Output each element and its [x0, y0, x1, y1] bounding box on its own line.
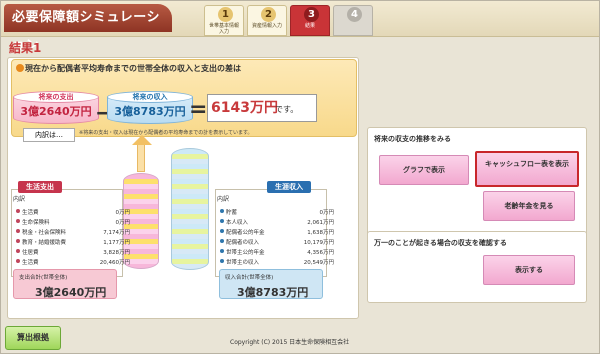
step-number: 2	[261, 7, 276, 22]
step-number: 1	[218, 7, 233, 22]
row-value: 20,549万円	[303, 260, 334, 266]
step-number: 3	[304, 7, 319, 22]
row-value: 1,638万円	[307, 230, 334, 236]
row-marker-icon	[16, 229, 20, 233]
income-heading: 生涯収入	[267, 181, 311, 193]
row-name: 教育・結婚援助費	[22, 240, 67, 246]
row-name: 生命保険料	[22, 220, 50, 226]
risk-panel-heading: 万一のことが起きる場合の収支を確認する	[374, 239, 507, 247]
row-value: 0万円	[115, 210, 131, 216]
step-label: 資産情報入力	[251, 23, 282, 29]
step-2[interactable]: 2 資産情報入力	[247, 5, 287, 36]
row-value: 7,174万円	[103, 230, 130, 236]
row-marker-icon	[220, 229, 224, 233]
step-number: 4	[347, 7, 362, 22]
income-coin-stack	[171, 148, 209, 270]
table-row: 世帯主の収入 20,549万円	[220, 258, 334, 266]
table-row: 世帯主公的年金 4,356万円	[220, 248, 334, 256]
table-row: 生活費 0万円	[16, 208, 131, 216]
row-name: 生活費	[22, 260, 39, 266]
income-table: 貯蓄 0万円 本人収入 2,061万円 配偶者公的年金 1,638万円 配偶者の収入 1…	[215, 189, 334, 277]
row-marker-icon	[16, 209, 20, 213]
difference-value: 6143万円	[211, 100, 278, 116]
show-button[interactable]: 表示する	[483, 255, 575, 285]
row-name: 配偶者の収入	[226, 240, 260, 246]
calculation-basis-button[interactable]: 算出根拠	[5, 326, 61, 350]
expense-total-label: 支出合計(世帯全体)	[19, 275, 68, 281]
difference-suffix: です。	[275, 105, 299, 114]
row-name: 本人収入	[226, 220, 249, 226]
income-total-value: 3億8783万円	[237, 286, 309, 299]
question-bullet-icon	[16, 64, 24, 72]
row-marker-icon	[16, 259, 20, 263]
step-3[interactable]: 3 結果	[290, 5, 330, 36]
result-bar: 結果1	[5, 38, 597, 58]
expense-table-title: 内訳	[13, 196, 26, 203]
summary-question: 現在から配偶者平均寿命までの世帯全体の収入と支出の差は	[25, 64, 241, 73]
row-marker-icon	[16, 239, 20, 243]
step-label: 結果	[304, 23, 315, 29]
row-value: 2,061万円	[307, 220, 334, 226]
row-marker-icon	[220, 219, 224, 223]
table-row: 生命保険料 0万円	[16, 218, 131, 226]
expense-heading: 生活支出	[18, 181, 62, 193]
row-value: 0万円	[319, 210, 335, 216]
table-row: 貯蓄 0万円	[220, 208, 335, 216]
title-bar: 必要保障額シミュレーション 1 世帯基本情報入力 2 資産情報入力 3 結果 4	[1, 1, 599, 53]
row-value: 0万円	[115, 220, 131, 226]
future-panel-heading: 将来の収支の推移をみる	[374, 135, 451, 143]
equal-sign: =	[189, 97, 208, 122]
table-row: 生活費 20,460万円	[16, 258, 130, 266]
summary-note: ※将来の支出・収入は現在から配偶者の平均寿命までの計を表示しています。	[79, 130, 253, 136]
step-1[interactable]: 1 世帯基本情報入力	[204, 5, 244, 36]
row-marker-icon	[220, 209, 224, 213]
result-label: 結果1	[9, 41, 42, 55]
row-name: 税金・社会保険料	[22, 230, 67, 236]
income-cap: 将来の収入	[107, 91, 193, 103]
graph-button[interactable]: グラフで表示	[379, 155, 469, 185]
row-name: 世帯主の収入	[226, 260, 260, 266]
row-marker-icon	[220, 259, 224, 263]
row-value: 4,356万円	[307, 250, 334, 256]
expense-total-value: 3億2640万円	[35, 286, 107, 299]
step-4: 4	[333, 5, 373, 36]
row-marker-icon	[16, 249, 20, 253]
future-expense: 3億2640万円 将来の支出	[13, 91, 99, 125]
row-name: 世帯主公的年金	[226, 250, 265, 256]
row-value: 10,179万円	[303, 240, 334, 246]
up-arrow-icon	[132, 135, 152, 172]
row-marker-icon	[220, 239, 224, 243]
table-row: 配偶者の収入 10,179万円	[220, 238, 334, 246]
copyright: Copyright (C) 2015 日本生命保険相互会社	[230, 339, 350, 346]
cashflow-button[interactable]: キャッシュフロー表を表示	[475, 151, 579, 187]
page-title: 必要保障額シミュレーション	[4, 4, 172, 53]
breakdown-label: 内訳は…	[23, 128, 75, 142]
row-name: 生活費	[22, 210, 39, 216]
expense-cap: 将来の支出	[13, 91, 99, 103]
table-row: 住居費 3,828万円	[16, 248, 130, 256]
row-marker-icon	[220, 249, 224, 253]
row-name: 住居費	[22, 250, 39, 256]
right-panel: 将来の収支の推移をみる 万一のことが起きる場合の収支を確認する グラフで表示 キ…	[367, 127, 595, 309]
app-window: 必要保障額シミュレーション 1 世帯基本情報入力 2 資産情報入力 3 結果 4…	[0, 0, 600, 354]
step-label: 世帯基本情報入力	[208, 23, 239, 35]
row-value: 20,460万円	[99, 260, 130, 266]
pension-button[interactable]: 老齢年金を見る	[483, 191, 575, 221]
row-name: 貯蓄	[226, 210, 238, 216]
expense-table: 生活費 0万円 生命保険料 0万円 税金・社会保険料 7,174万円 教育・結婚援助費…	[11, 189, 130, 277]
table-row: 教育・結婚援助費 1,177万円	[16, 238, 130, 246]
row-name: 配偶者公的年金	[226, 230, 265, 236]
table-row: 税金・社会保険料 7,174万円	[16, 228, 130, 236]
income-table-title: 内訳	[217, 196, 230, 203]
future-income: 3億8783万円 将来の収入	[107, 91, 193, 125]
row-marker-icon	[16, 219, 20, 223]
row-value: 1,177万円	[103, 240, 130, 246]
income-total-label: 収入合計(世帯全体)	[225, 275, 274, 281]
row-value: 3,828万円	[103, 250, 130, 256]
table-row: 配偶者公的年金 1,638万円	[220, 228, 334, 236]
table-row: 本人収入 2,061万円	[220, 218, 334, 226]
